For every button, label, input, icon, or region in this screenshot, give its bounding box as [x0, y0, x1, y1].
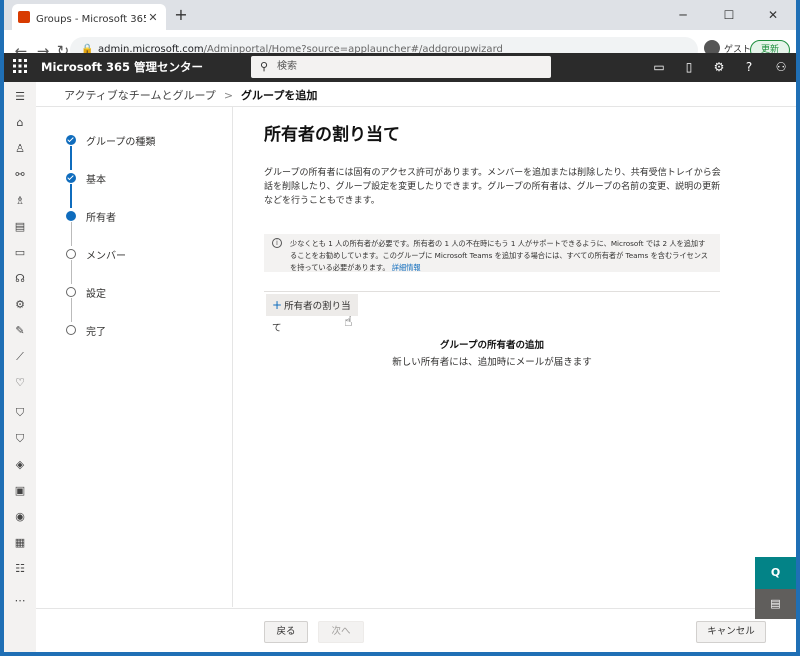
step-connector [70, 260, 72, 284]
info-message-bar: i 少なくとも 1 人の所有者が必要です。所有者の 1 人の不在時にもう 1 人… [264, 234, 720, 272]
empty-state-subtitle: 新しい所有者には、追加時にメールが届きます [392, 357, 592, 368]
suite-header: Microsoft 365 管理センター ⚲ 検索 ▭ ▯ ⚙ ? ⚇ [4, 53, 796, 82]
terminal-icon[interactable]: ▭ [644, 53, 674, 82]
all-admin-icon[interactable]: ☷ [4, 558, 36, 580]
health-icon[interactable]: ♡ [4, 372, 36, 394]
next-button[interactable]: 次へ [318, 621, 364, 643]
resources-icon[interactable]: ▤ [4, 216, 36, 238]
search-placeholder: 検索 [277, 61, 297, 72]
teams-admin-icon[interactable]: ▦ [4, 532, 36, 554]
settings-icon[interactable]: ⚙ [4, 294, 36, 316]
learn-more-link[interactable]: 詳細情報 [392, 263, 421, 272]
check-circle-icon [66, 173, 76, 183]
gear-icon[interactable]: ⚙ [704, 53, 734, 82]
empty-state-title: グループの所有者の追加 [440, 340, 544, 351]
step-connector [70, 146, 72, 170]
endpoint-icon[interactable]: ◈ [4, 454, 36, 476]
assign-owners-label: 所有者の割り当て [272, 301, 351, 334]
search-input[interactable]: ⚲ 検索 [251, 56, 551, 78]
wizard-divider [232, 107, 233, 607]
search-icon: ⚲ [260, 60, 269, 73]
window-close-button[interactable]: ✕ [750, 0, 796, 30]
account-icon[interactable]: ⚇ [766, 53, 796, 82]
setup-icon[interactable]: ✎ [4, 320, 36, 342]
step-group-type[interactable]: グループの種類 [66, 132, 155, 148]
left-nav-rail: ☰ ⌂ ♙ ⚯ ♗ ▤ ▭ ☊ ⚙ ✎ ⟋ ♡ ⛉ ⛉ ◈ ▣ ◉ ▦ ☷ ⋯ [4, 82, 36, 652]
maximize-button[interactable]: ☐ [706, 0, 752, 30]
billing-icon[interactable]: ▭ [4, 242, 36, 264]
breadcrumb-parent[interactable]: アクティブなチームとグループ [64, 87, 216, 103]
wizard-footer: 戻る 次へ キャンセル [36, 608, 796, 652]
exchange-icon[interactable]: ▣ [4, 480, 36, 502]
empty-circle-icon [66, 325, 76, 335]
breadcrumb-separator-icon: > [223, 88, 234, 102]
step-connector [70, 184, 72, 208]
step-owners[interactable]: 所有者 [66, 208, 116, 224]
current-step-icon [66, 211, 76, 221]
feedback-icon[interactable]: ▤ [755, 589, 796, 619]
sharepoint-icon[interactable]: ◉ [4, 506, 36, 528]
breadcrumb: アクティブなチームとグループ > グループを追加 [64, 84, 317, 106]
compliance-icon[interactable]: ⛉ [4, 428, 36, 450]
reports-icon[interactable]: ⟋ [4, 346, 36, 368]
step-label: 所有者 [86, 212, 116, 224]
step-label: グループの種類 [86, 136, 156, 148]
tab-strip: Groups - Microsoft 365 管理セン ✕ + ─ ☐ ✕ [4, 0, 796, 30]
browser-tab[interactable]: Groups - Microsoft 365 管理セン ✕ [12, 4, 166, 30]
step-settings: 設定 [66, 284, 106, 300]
info-icon: i [272, 238, 282, 248]
step-label: 設定 [86, 288, 106, 300]
step-members: メンバー [66, 246, 126, 262]
breadcrumb-current: グループを追加 [241, 89, 318, 102]
step-label: 完了 [86, 326, 106, 338]
security-icon[interactable]: ⛉ [4, 402, 36, 424]
empty-circle-icon [66, 287, 76, 297]
page-title: 所有者の割り当て [264, 125, 400, 145]
support-icon[interactable]: ☊ [4, 268, 36, 290]
home-icon[interactable]: ⌂ [4, 112, 36, 134]
step-label: メンバー [86, 250, 126, 262]
back-button[interactable]: 戻る [264, 621, 308, 643]
close-tab-icon[interactable]: ✕ [146, 11, 160, 24]
info-text: 少なくとも 1 人の所有者が必要です。所有者の 1 人の不在時にもう 1 人がサ… [290, 239, 708, 272]
menu-icon[interactable]: ☰ [4, 86, 36, 108]
step-connector [70, 222, 72, 246]
assign-owners-button[interactable]: + 所有者の割り当て [266, 294, 358, 334]
user-icon[interactable]: ♙ [4, 138, 36, 160]
chat-help-icon[interactable]: Q [755, 557, 796, 589]
empty-circle-icon [66, 249, 76, 259]
page-description: グループの所有者には固有のアクセス許可があります。メンバーを追加または削除したり… [264, 168, 721, 206]
roles-icon[interactable]: ♗ [4, 190, 36, 212]
browser-window: Groups - Microsoft 365 管理セン ✕ + ─ ☐ ✕ ← … [4, 0, 796, 652]
section-divider [264, 291, 720, 292]
plus-icon: + [272, 298, 283, 312]
step-connector [70, 298, 72, 322]
teams-icon[interactable]: ⚯ [4, 164, 36, 186]
office-icon [18, 11, 30, 23]
hand-cursor-icon: ☝ [344, 314, 353, 330]
tab-title: Groups - Microsoft 365 管理セン [36, 13, 146, 25]
minimize-button[interactable]: ─ [660, 0, 706, 30]
app-launcher-icon[interactable] [12, 59, 28, 75]
help-icon[interactable]: ? [734, 53, 764, 82]
step-finish: 完了 [66, 322, 106, 338]
header-divider [36, 106, 796, 107]
step-label: 基本 [86, 174, 106, 186]
step-basics[interactable]: 基本 [66, 170, 106, 186]
more-icon[interactable]: ⋯ [4, 590, 36, 612]
cancel-button[interactable]: キャンセル [696, 621, 766, 643]
check-circle-icon [66, 135, 76, 145]
app-title[interactable]: Microsoft 365 管理センター [41, 53, 203, 82]
mobile-icon[interactable]: ▯ [674, 53, 704, 82]
new-tab-button[interactable]: + [172, 6, 190, 24]
